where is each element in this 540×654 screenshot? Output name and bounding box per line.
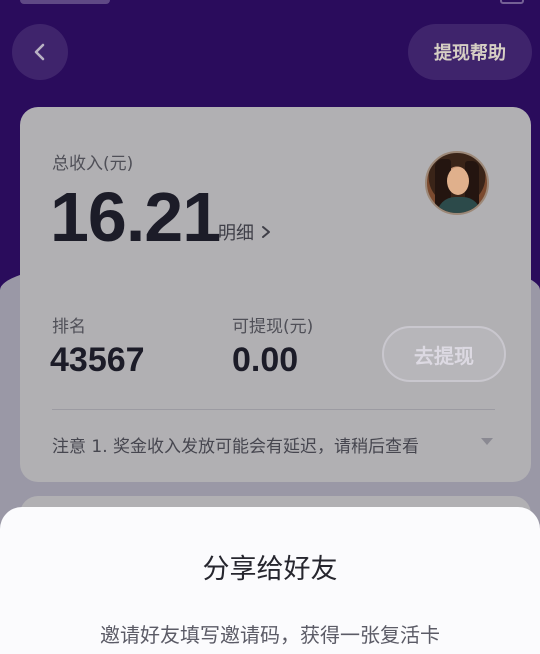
total-income-label: 总收入(元) [52,154,134,174]
withdrawable-value: 0.00 [232,341,299,379]
share-sheet: 分享给好友 邀请好友填写邀请码，获得一张复活卡 [0,507,540,654]
chevron-left-icon [34,43,45,61]
share-title: 分享给好友 [202,554,338,585]
chevron-right-icon [262,226,270,238]
withdraw-button[interactable]: 去提现 [382,326,506,382]
divider [52,409,495,410]
share-description: 邀请好友填写邀请码，获得一张复活卡 [100,623,440,647]
detail-label: 明细 [218,223,254,244]
avatar[interactable] [425,151,489,215]
caret-down-icon[interactable] [478,434,496,448]
rank-label: 排名 [52,317,86,337]
withdrawable-label: 可提现(元) [232,317,314,337]
status-bar [20,0,110,4]
total-income-value: 16.21 [50,178,221,256]
notice-text: 注意 1. 奖金收入发放可能会有延迟，请稍后查看 [52,437,420,457]
income-card: 总收入(元) 16.21 明细 排名 43567 可提现(元) 0.00 去提现… [20,107,531,482]
rank-value: 43567 [50,341,145,379]
battery-icon [500,0,524,4]
detail-link[interactable]: 明细 [218,219,272,245]
withdraw-help-button[interactable]: 提现帮助 [408,24,532,80]
back-button[interactable] [12,24,68,80]
